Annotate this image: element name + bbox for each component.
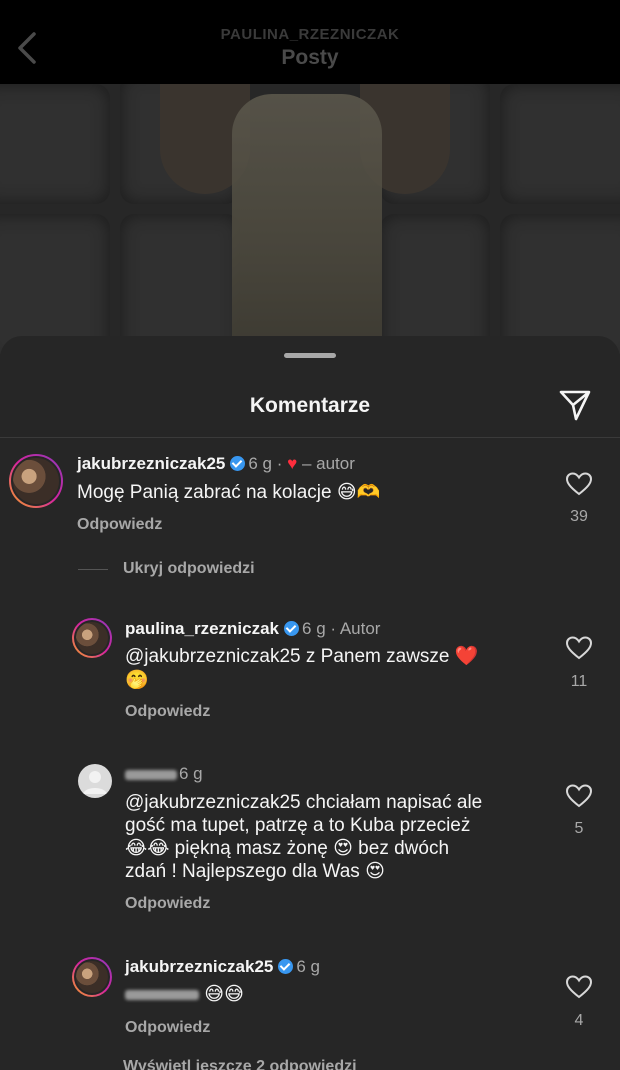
avatar[interactable] (72, 618, 112, 658)
default-avatar-icon (83, 771, 107, 794)
heart-icon: ♥ (287, 454, 298, 473)
comment-emojis: 😅😅 (204, 984, 244, 1005)
hide-replies-button[interactable]: Ukryj odpowiedzi (123, 560, 255, 578)
author-liked-label: – autor (301, 454, 355, 473)
view-more-replies-button[interactable]: Wyświetl jeszcze 2 odpowiedzi (123, 1058, 357, 1070)
comment-text-line: zdań ! Najlepszego dla Was 😍 (125, 861, 385, 882)
reply-button[interactable]: Odpowiedz (125, 895, 210, 913)
like-count: 4 (574, 1012, 584, 1029)
avatar[interactable] (9, 454, 63, 508)
comment-text-line: 😂😂 piękną masz żonę 😍 bez dwóch (125, 838, 450, 859)
avatar[interactable] (78, 764, 112, 798)
comment-time: 6 g (302, 619, 326, 638)
blurred-mention (125, 989, 199, 1000)
comment-text: Mogę Panią zabrać na kolacje 😅🫶 (77, 482, 381, 503)
verified-icon (284, 621, 300, 636)
like-heart-icon[interactable] (566, 784, 592, 808)
like-count: 39 (570, 508, 588, 525)
comment-meta: jakubrzezniczak25 6 g (125, 957, 320, 977)
like-count: 11 (570, 673, 588, 690)
comment-meta: 6 g (125, 764, 203, 784)
comments-sheet: Komentarze jakubrzezniczak25 6 g · ♥ – au… (0, 336, 620, 1070)
top-bar: PAULINA_RZEZNICZAK Posty (0, 0, 620, 84)
page-title: Posty (281, 46, 339, 69)
comment-text-line: gość ma tupet, patrzę a to Kuba przecież (125, 815, 471, 836)
sheet-title: Komentarze (249, 394, 371, 417)
comment-text: 😅😅 (125, 983, 244, 1006)
send-icon[interactable] (558, 388, 592, 422)
comment-username[interactable]: jakubrzezniczak25 (77, 454, 225, 473)
like-heart-icon[interactable] (566, 472, 592, 496)
blurred-username (125, 769, 177, 780)
avatar[interactable] (72, 957, 112, 997)
comment-text-line: @jakubrzezniczak25 chciałam napisać ale (125, 792, 483, 813)
comment-meta: jakubrzezniczak25 6 g · ♥ – autor (77, 454, 355, 473)
like-count: 5 (574, 820, 584, 837)
reply-button[interactable]: Odpowiedz (125, 1019, 210, 1037)
comment-time: 6 g (296, 957, 320, 976)
verified-icon (230, 456, 246, 471)
reply-button[interactable]: Odpowiedz (77, 516, 162, 534)
comment-text-line: @jakubrzezniczak25 z Panem zawsze ❤️ (125, 646, 479, 667)
drag-handle[interactable] (284, 353, 336, 358)
author-label: · Autor (330, 619, 381, 638)
post-photo (0, 84, 620, 354)
verified-icon (278, 959, 294, 974)
like-heart-icon[interactable] (566, 975, 592, 999)
comment-username[interactable]: paulina_rzezniczak (125, 619, 279, 638)
comment-meta: paulina_rzezniczak 6 g · Autor (125, 619, 380, 639)
comment-time: 6 g (248, 454, 272, 473)
like-heart-icon[interactable] (566, 636, 592, 660)
profile-username: PAULINA_RZEZNICZAK (220, 26, 400, 43)
comment-username[interactable]: jakubrzezniczak25 (125, 957, 273, 976)
comment-time: 6 g (179, 764, 203, 783)
comment-text-line: 🤭 (125, 670, 149, 691)
divider (0, 437, 620, 438)
reply-button[interactable]: Odpowiedz (125, 703, 210, 721)
replies-toggle-line (78, 569, 108, 570)
